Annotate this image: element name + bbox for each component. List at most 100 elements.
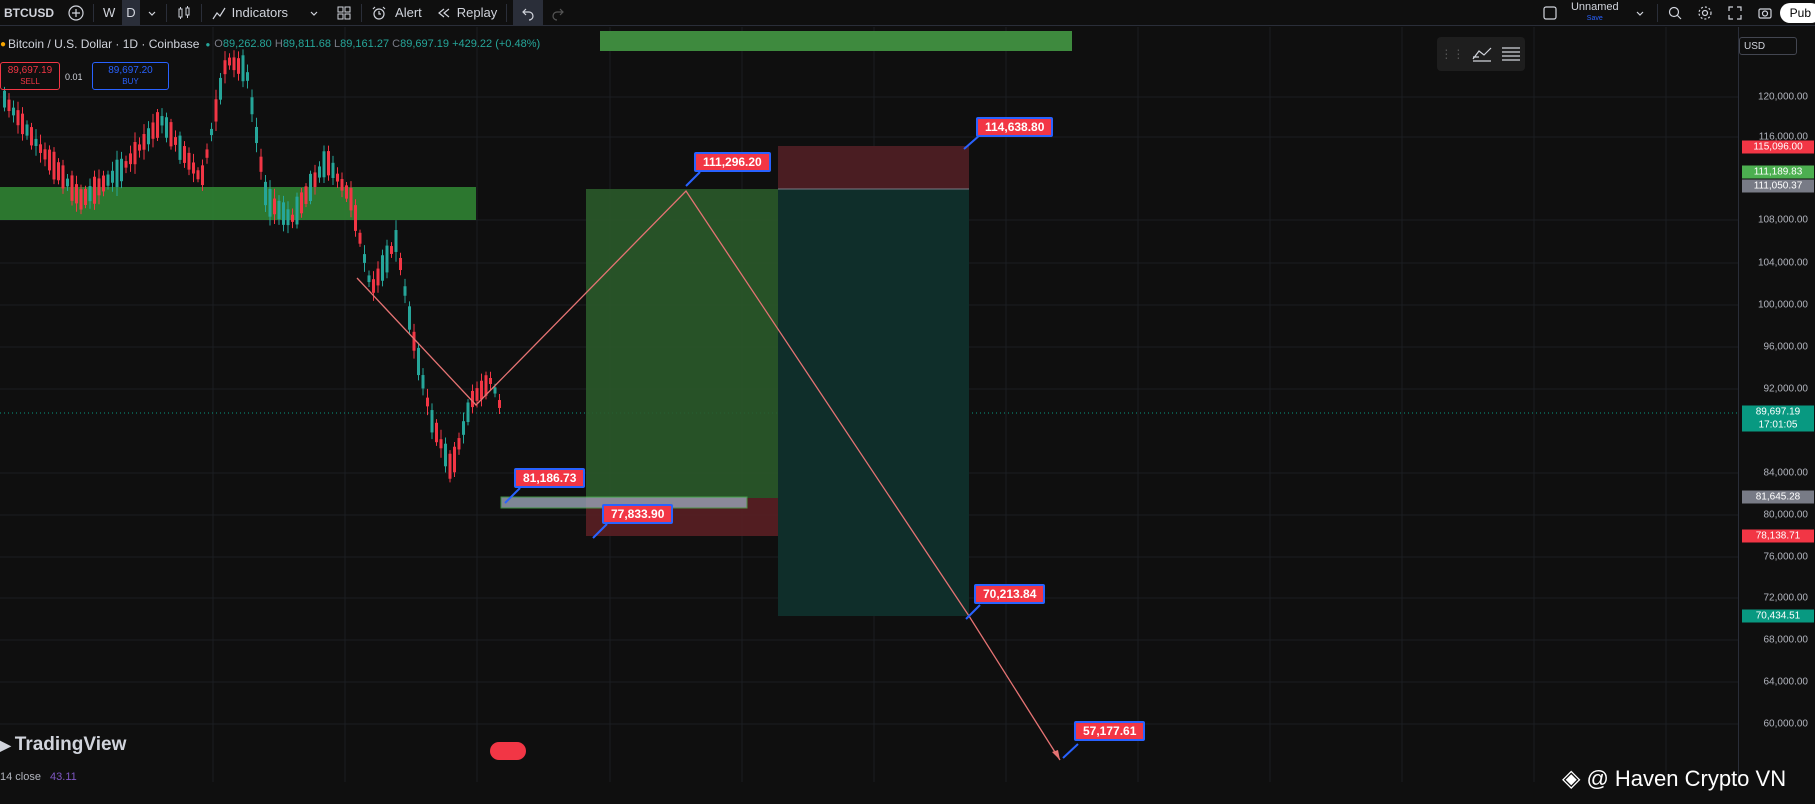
camera-icon	[1758, 8, 1772, 19]
candle-body	[66, 178, 69, 187]
candle-body	[129, 153, 132, 165]
price-callout-77833[interactable]: 77,833.90	[602, 504, 674, 524]
candles-icon	[178, 5, 190, 19]
candle-body	[363, 254, 366, 263]
candle-body	[196, 170, 200, 180]
currency-select[interactable]: USD	[1739, 37, 1797, 55]
buy-button[interactable]: 89,697.20 BUY	[92, 62, 169, 90]
alert-button[interactable]: Alert	[364, 0, 429, 26]
legend-title[interactable]: Bitcoin / U.S. Dollar · 1D · Coinbase	[8, 37, 199, 51]
chart-type-button[interactable]	[169, 0, 199, 26]
low-value: 89,161.27	[340, 38, 390, 50]
candle-body	[264, 181, 267, 206]
price-callout-70213[interactable]: 70,213.84	[974, 584, 1046, 604]
templates-button[interactable]	[329, 0, 359, 26]
candle-body	[286, 209, 290, 226]
replay-button[interactable]: Replay	[429, 0, 504, 26]
redo-button[interactable]	[543, 0, 573, 26]
long-position-profit-zone[interactable]	[586, 189, 778, 498]
price-callout-81186[interactable]: 81,186.73	[514, 468, 586, 488]
candle-body	[160, 116, 164, 126]
candle-body	[336, 173, 339, 182]
candle-body	[124, 161, 128, 168]
candle-body	[120, 158, 123, 182]
short-position-stop-zone[interactable]	[778, 146, 969, 189]
candle-body	[376, 268, 380, 286]
candle-body	[156, 112, 159, 138]
candle-body	[169, 122, 173, 147]
price-callout-57177[interactable]: 57,177.61	[1074, 721, 1146, 741]
line-style-icon[interactable]	[1471, 45, 1493, 63]
price-tick: 120,000.00	[1757, 91, 1808, 103]
short-position-profit-zone[interactable]	[778, 189, 969, 616]
interval-weekly[interactable]: W	[96, 0, 122, 26]
undo-button[interactable]	[513, 0, 544, 26]
candle-body	[426, 397, 429, 407]
menu-lines-icon[interactable]	[1500, 45, 1522, 63]
candle-body	[480, 380, 483, 400]
price-tick: 60,000.00	[1763, 718, 1809, 730]
price-tick: 76,000.00	[1763, 551, 1809, 563]
price-label: 78,138.71	[1742, 529, 1814, 543]
candle-body	[304, 186, 308, 204]
drag-handle-icon[interactable]: ⋮⋮	[1440, 47, 1464, 61]
candle-body	[394, 230, 398, 252]
layout-dropdown[interactable]	[1625, 0, 1655, 26]
price-label: 70,434.51	[1742, 609, 1814, 623]
candle-body	[385, 245, 389, 273]
candle-body	[48, 149, 51, 171]
price-axis[interactable]: 120,000.00 116,000.00 108,000.00 104,000.00…	[1738, 27, 1815, 782]
spread-value: 0.01	[65, 72, 83, 82]
candle-body	[12, 107, 15, 116]
candle-body	[246, 72, 249, 81]
candle-body	[399, 257, 402, 271]
candle-body	[255, 126, 258, 144]
candle-body	[408, 306, 411, 330]
interval-dropdown[interactable]	[140, 0, 164, 26]
market-open-dot-icon: ●	[205, 39, 211, 49]
price-label: 89,697.19	[1742, 405, 1814, 419]
candle-body	[340, 179, 344, 191]
tradingview-logo[interactable]: ▶ TradingView	[0, 734, 126, 756]
candle-body	[57, 162, 60, 181]
candle-body	[106, 174, 110, 186]
candle-body	[475, 388, 479, 401]
chart-canvas[interactable]	[0, 27, 1738, 782]
quick-search-button[interactable]	[1660, 0, 1690, 26]
candle-body	[138, 144, 141, 151]
candle-body	[219, 77, 222, 100]
candle-body	[345, 185, 348, 199]
us-flag-event-icon[interactable]	[490, 742, 526, 760]
open-value: 89,262.80	[222, 38, 272, 50]
publish-button[interactable]: Pub	[1779, 3, 1815, 23]
resistance-zone-top[interactable]	[600, 31, 1072, 51]
candle-body	[52, 151, 56, 180]
square-icon	[1543, 6, 1557, 20]
price-callout-114638[interactable]: 114,638.80	[976, 117, 1054, 137]
layout-name[interactable]: Unnamed Save	[1565, 2, 1625, 24]
candle-body	[471, 390, 474, 408]
rsi-label: 14 close	[0, 771, 41, 783]
price-tick: 92,000.00	[1763, 383, 1809, 395]
candle-body	[111, 170, 114, 183]
symbol-search[interactable]: BTCUSD	[0, 0, 61, 26]
plus-circle-icon	[68, 4, 84, 21]
candle-body	[88, 186, 92, 202]
price-tick: 108,000.00	[1757, 214, 1808, 226]
candle-body	[75, 184, 78, 204]
candle-body	[102, 175, 105, 192]
top-toolbar: BTCUSD W D Indicators Alert Replay Unnam…	[0, 0, 1815, 26]
layout-toggle[interactable]	[1535, 0, 1565, 26]
candle-body	[322, 151, 326, 178]
sell-button[interactable]: 89,697.19 SELL	[0, 62, 60, 90]
settings-button[interactable]	[1690, 0, 1720, 26]
candle-body	[228, 57, 231, 66]
fullscreen-button[interactable]	[1720, 0, 1750, 26]
compare-button[interactable]	[61, 0, 91, 26]
price-callout-111296[interactable]: 111,296.20	[694, 152, 771, 172]
indicators-button[interactable]: Indicators	[204, 0, 329, 26]
interval-daily[interactable]: D	[122, 0, 140, 26]
change-value: +429.22 (+0.48%)	[452, 38, 541, 50]
candle-body	[457, 438, 461, 450]
snapshot-button[interactable]	[1750, 0, 1780, 26]
